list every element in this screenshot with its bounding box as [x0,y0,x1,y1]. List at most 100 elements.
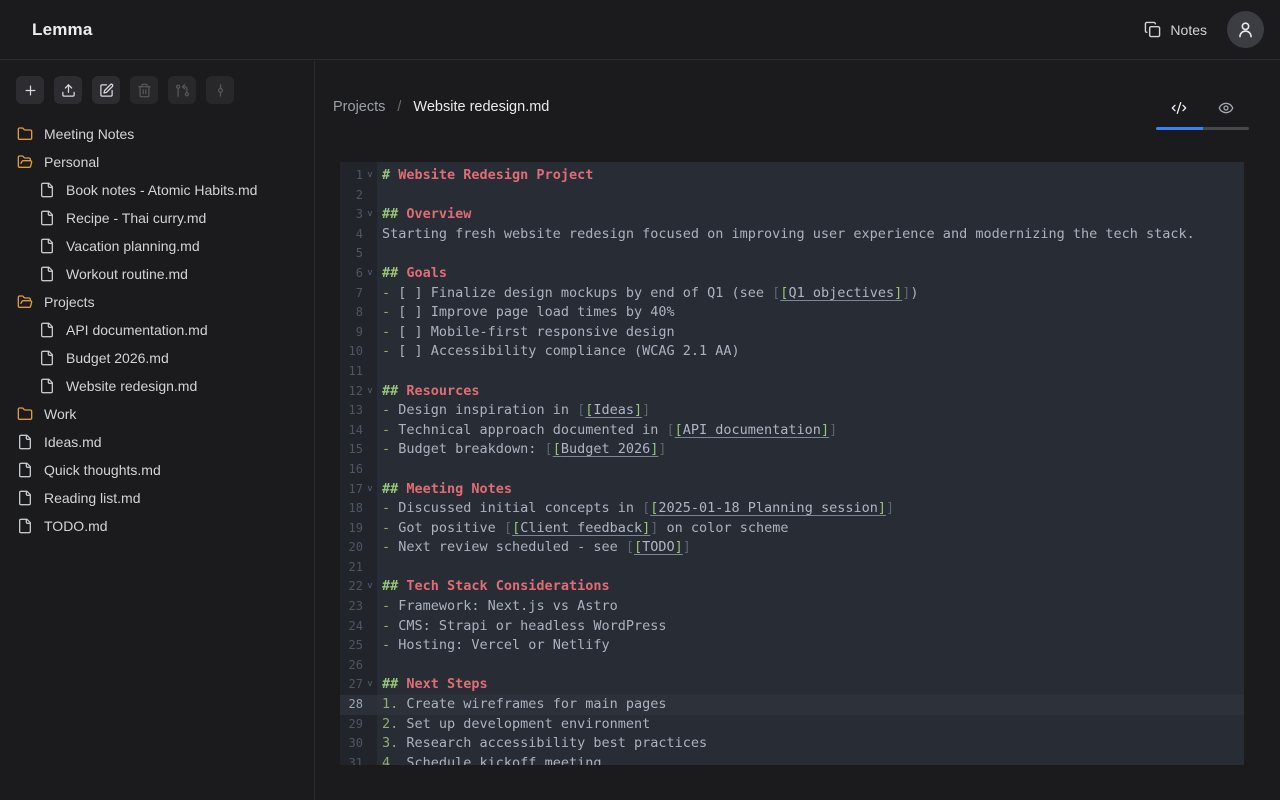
code-line[interactable]: ## Resources [377,382,1244,402]
code-line[interactable] [377,656,1244,676]
code-line[interactable]: - Got positive [[Client feedback]] on co… [377,519,1244,539]
editor-line-4: 4Starting fresh website redesign focused… [340,225,1244,245]
fold-chevron-down-icon[interactable]: v [363,264,377,284]
file-icon [17,490,33,506]
delete-button [130,76,158,104]
tree-folder-work[interactable]: Work [0,400,314,428]
tree-file-recipe-thai-curry-md[interactable]: Recipe - Thai curry.md [0,204,314,232]
code-line[interactable] [377,558,1244,578]
fold-chevron-down-icon[interactable]: v [363,675,377,695]
code-line[interactable]: ## Next Steps [377,675,1244,695]
tree-file-budget-2026-md[interactable]: Budget 2026.md [0,344,314,372]
editor-line-6: 6v## Goals [340,264,1244,284]
code-line[interactable]: ## Overview [377,205,1244,225]
gutter: 28 [340,695,377,715]
fold-chevron-down-icon[interactable]: v [363,480,377,500]
gutter: 14 [340,421,377,441]
code-line[interactable] [377,460,1244,480]
code-line[interactable]: - Hosting: Vercel or Netlify [377,636,1244,656]
line-number: 1 [340,166,363,186]
gutter: 3v [340,205,377,225]
tree-file-ideas-md[interactable]: Ideas.md [0,428,314,456]
gutter: 2 [340,186,377,206]
fold-chevron-down-icon[interactable]: v [363,166,377,186]
line-number: 17 [340,480,363,500]
tree-folder-meeting-notes[interactable]: Meeting Notes [0,120,314,148]
code-line[interactable]: 4. Schedule kickoff meeting [377,754,1244,765]
code-line[interactable]: - [ ] Improve page load times by 40% [377,303,1244,323]
gutter: 13 [340,401,377,421]
notes-button[interactable]: Notes [1144,21,1207,38]
tree-file-todo-md[interactable]: TODO.md [0,512,314,540]
editor-line-5: 5 [340,244,1244,264]
tree-file-quick-thoughts-md[interactable]: Quick thoughts.md [0,456,314,484]
file-icon [39,210,55,226]
tree-file-workout-routine-md[interactable]: Workout routine.md [0,260,314,288]
code-line[interactable] [377,186,1244,206]
upload-button[interactable] [54,76,82,104]
line-number: 7 [340,284,363,304]
git-commit-icon [213,83,228,98]
edit-button[interactable] [92,76,120,104]
breadcrumb-parent[interactable]: Projects [333,99,385,115]
editor-line-11: 11 [340,362,1244,382]
folder-open-icon [17,154,33,170]
code-line[interactable]: 1. Create wireframes for main pages [377,695,1244,715]
code-line[interactable]: - [ ] Finalize design mockups by end of … [377,284,1244,304]
tab-preview-view[interactable] [1203,94,1250,121]
fold-chevron-down-icon[interactable]: v [363,577,377,597]
markdown-editor[interactable]: 1v# Website Redesign Project23v## Overvi… [340,162,1244,765]
tree-file-reading-list-md[interactable]: Reading list.md [0,484,314,512]
code-line[interactable]: - CMS: Strapi or headless WordPress [377,617,1244,637]
code-line[interactable]: - Framework: Next.js vs Astro [377,597,1244,617]
fold-chevron-down-icon[interactable]: v [363,205,377,225]
new-note-button[interactable] [16,76,44,104]
tree-folder-personal[interactable]: Personal [0,148,314,176]
editor-line-3: 3v## Overview [340,205,1244,225]
code-line[interactable]: - Budget breakdown: [[Budget 2026]] [377,440,1244,460]
upload-icon [61,83,76,98]
view-tab-indicator [1156,127,1249,130]
line-number: 11 [340,362,363,382]
tab-indicator-source-view [1156,127,1203,130]
code-line[interactable]: - Design inspiration in [[Ideas]] [377,401,1244,421]
gutter: 24 [340,617,377,637]
line-number: 23 [340,597,363,617]
code-line[interactable]: ## Meeting Notes [377,480,1244,500]
tab-source-view[interactable] [1156,94,1203,121]
code-line[interactable] [377,244,1244,264]
code-line[interactable]: ## Goals [377,264,1244,284]
notes-stack-icon [1144,21,1161,38]
line-number: 5 [340,244,363,264]
tree-file-website-redesign-md[interactable]: Website redesign.md [0,372,314,400]
file-icon [17,462,33,478]
tree-folder-projects[interactable]: Projects [0,288,314,316]
gutter: 11 [340,362,377,382]
git-commit-button [206,76,234,104]
code-line[interactable]: # Website Redesign Project [377,166,1244,186]
code-line[interactable]: 3. Research accessibility best practices [377,734,1244,754]
file-icon [17,518,33,534]
tree-file-api-documentation-md[interactable]: API documentation.md [0,316,314,344]
gutter: 5 [340,244,377,264]
code-line[interactable]: - [ ] Accessibility compliance (WCAG 2.1… [377,342,1244,362]
code-line[interactable]: - [ ] Mobile-first responsive design [377,323,1244,343]
code-line[interactable]: 2. Set up development environment [377,715,1244,735]
editor-line-18: 18- Discussed initial concepts in [[2025… [340,499,1244,519]
line-number: 16 [340,460,363,480]
code-line[interactable]: - Technical approach documented in [[API… [377,421,1244,441]
code-line[interactable]: ## Tech Stack Considerations [377,577,1244,597]
avatar-button[interactable] [1227,11,1264,48]
code-line[interactable]: - Discussed initial concepts in [[2025-0… [377,499,1244,519]
tree-item-label: Book notes - Atomic Habits.md [66,182,257,198]
editor-line-27: 27v## Next Steps [340,675,1244,695]
tree-file-vacation-planning-md[interactable]: Vacation planning.md [0,232,314,260]
trash-icon [137,83,152,98]
code-line[interactable]: - Next review scheduled - see [[TODO]] [377,538,1244,558]
code-line[interactable] [377,362,1244,382]
tree-file-book-notes-atomic-habits-md[interactable]: Book notes - Atomic Habits.md [0,176,314,204]
fold-chevron-down-icon[interactable]: v [363,382,377,402]
line-number: 29 [340,715,363,735]
tree-item-label: Meeting Notes [44,126,134,142]
code-line[interactable]: Starting fresh website redesign focused … [377,225,1244,245]
